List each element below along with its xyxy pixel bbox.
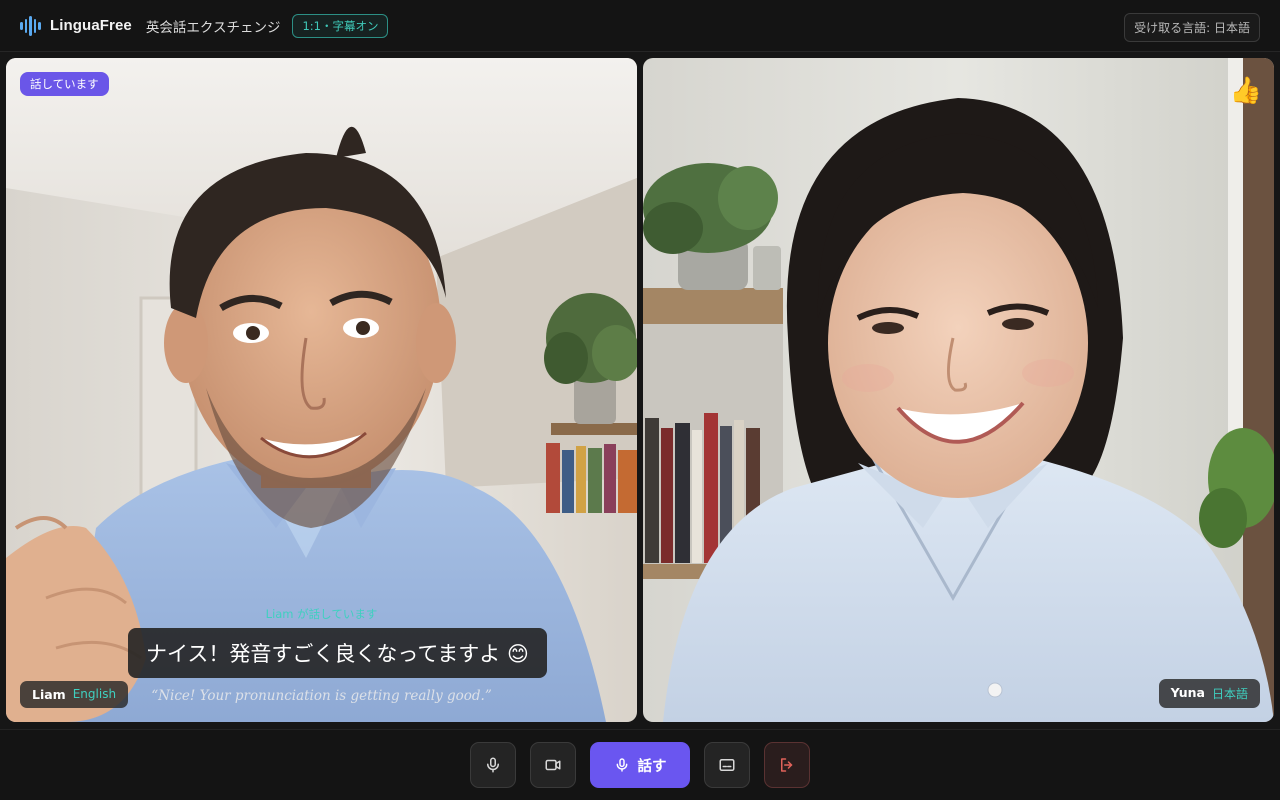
thumbs-up-icon: 👍	[1229, 76, 1262, 106]
session-title: 英会話エクスチェンジ	[145, 19, 281, 36]
captions-button[interactable]	[704, 742, 750, 788]
leave-call-button[interactable]	[764, 742, 810, 788]
waveform-icon	[20, 15, 42, 36]
top-bar: LinguaFree 英会話エクスチェンジ 1:1・字幕オン 受け取る言語: 日…	[0, 0, 1280, 52]
push-to-talk-button[interactable]: 話す	[590, 742, 690, 788]
participant-name: Yuna	[1170, 685, 1205, 700]
microphone-icon	[487, 757, 499, 773]
speaking-badge: 話しています	[20, 72, 109, 96]
app-logo[interactable]: LinguaFree	[20, 15, 132, 36]
receive-language-selector[interactable]: 受け取る言語: 日本語	[1124, 13, 1260, 42]
talk-label: 話す	[637, 758, 667, 775]
captions-icon	[719, 759, 735, 771]
call-controls: 話す	[0, 729, 1280, 800]
leave-icon	[781, 758, 793, 772]
video-tile-yuna: 👍 Yuna 日本語	[643, 58, 1274, 722]
participant-language: English	[72, 687, 117, 701]
video-tile-liam: 話しています Liam が話しています ナイス！発音すごく良くなってますよ 😊 …	[6, 58, 637, 722]
mute-button[interactable]	[470, 742, 516, 788]
name-tag-liam: Liam English	[20, 681, 129, 708]
caption-speaker-line: Liam が話しています	[265, 607, 378, 621]
app-name: LinguaFree	[50, 17, 132, 34]
camera-button[interactable]	[530, 742, 576, 788]
participant-name: Liam	[32, 687, 66, 702]
microphone-icon	[616, 758, 627, 772]
caption-text: ナイス！発音すごく良くなってますよ 😊	[128, 628, 547, 678]
participant-language: 日本語	[1211, 687, 1248, 701]
video-feed-yuna	[643, 58, 1274, 722]
name-tag-yuna: Yuna 日本語	[1158, 679, 1260, 708]
camera-icon	[545, 759, 561, 771]
session-badge: 1:1・字幕オン	[292, 13, 389, 38]
video-feed-liam	[6, 58, 637, 722]
